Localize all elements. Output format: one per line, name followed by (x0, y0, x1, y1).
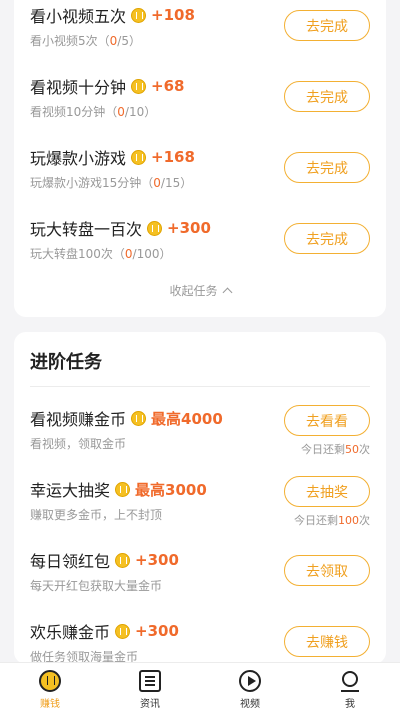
task-reward: +300 (135, 551, 179, 569)
task-reward: +168 (151, 148, 195, 166)
task-item: 玩大转盘一百次 +300 玩大转盘100次（0/100） 去完成 (30, 215, 370, 275)
tab-video[interactable]: 视频 (200, 663, 300, 714)
task-progress: 0 (153, 176, 161, 190)
tab-news[interactable]: 资讯 (100, 663, 200, 714)
task-progress: 0 (124, 247, 133, 261)
remaining-count: 今日还剩100次 (294, 514, 370, 527)
task-reward: 最高4000 (151, 409, 223, 428)
task-item: 欢乐赚金币 +300 做任务领取海量金币 去赚钱 (30, 618, 370, 664)
collapse-label: 收起任务 (169, 284, 218, 298)
video-play-icon (239, 670, 261, 692)
coin-icon (131, 149, 147, 165)
chevron-up-icon (222, 287, 232, 298)
task-name: 看视频十分钟 (30, 78, 127, 97)
task-reward: +300 (135, 622, 179, 640)
task-name: 玩大转盘一百次 (30, 220, 143, 239)
remaining-count: 今日还剩50次 (301, 443, 370, 456)
daily-tasks-card: 看小视频五次 +108 看小视频5次（0/5） 去完成 看视频十分钟 +68 看… (14, 0, 386, 317)
user-icon (339, 670, 361, 692)
section-title: 进阶任务 (30, 352, 102, 373)
tab-label: 视频 (240, 699, 260, 710)
coin-icon (115, 481, 131, 497)
task-reward: +300 (167, 219, 211, 237)
tab-earn[interactable]: 赚钱 (0, 663, 100, 714)
task-name: 看视频赚金币 (30, 410, 127, 429)
task-description: 看视频，领取金币 (30, 437, 127, 451)
task-item: 看小视频五次 +108 看小视频5次（0/5） 去完成 (30, 2, 370, 62)
task-reward: +68 (151, 77, 185, 95)
go-earn-button[interactable]: 去赚钱 (284, 626, 370, 657)
task-item: 幸运大抽奖 最高3000 赚取更多金币，上不封顶 去抽奖 今日还剩100次 (30, 476, 370, 536)
go-complete-button[interactable]: 去完成 (284, 10, 370, 41)
go-complete-button[interactable]: 去完成 (284, 223, 370, 254)
task-description: 看视频10分钟（0/10） (30, 105, 157, 119)
task-name: 看小视频五次 (30, 7, 127, 26)
collapse-tasks-button[interactable]: 收起任务 (14, 282, 386, 299)
coin-icon (115, 623, 131, 639)
coin-icon (147, 220, 163, 236)
task-reward: +108 (151, 6, 195, 24)
task-name: 玩爆款小游戏 (30, 149, 127, 168)
divider (30, 386, 370, 387)
go-watch-button[interactable]: 去看看 (284, 405, 370, 436)
task-item: 玩爆款小游戏 +168 玩爆款小游戏15分钟（0/15） 去完成 (30, 144, 370, 204)
task-name: 每日领红包 (30, 552, 111, 571)
coin-icon (39, 670, 61, 692)
tab-me[interactable]: 我 (300, 663, 400, 714)
tab-label: 赚钱 (40, 699, 60, 710)
tab-label: 资讯 (140, 699, 160, 710)
task-description: 看小视频5次（0/5） (30, 34, 141, 48)
coin-icon (115, 552, 131, 568)
task-description: 赚取更多金币，上不封顶 (30, 508, 163, 522)
coin-icon (131, 410, 147, 426)
task-name: 幸运大抽奖 (30, 481, 111, 500)
task-description: 玩爆款小游戏15分钟（0/15） (30, 176, 193, 190)
advanced-tasks-card: 进阶任务 看视频赚金币 最高4000 看视频，领取金币 去看看 今日还剩50次 … (14, 332, 386, 664)
coin-icon (131, 78, 147, 94)
go-lottery-button[interactable]: 去抽奖 (284, 476, 370, 507)
tab-label: 我 (345, 699, 355, 710)
task-item: 每日领红包 +300 每天开红包获取大量金币 去领取 (30, 547, 370, 607)
task-progress: 0 (117, 105, 125, 119)
task-item: 看视频十分钟 +68 看视频10分钟（0/10） 去完成 (30, 73, 370, 133)
task-item: 看视频赚金币 最高4000 看视频，领取金币 去看看 今日还剩50次 (30, 405, 370, 465)
news-icon (139, 670, 161, 692)
task-description: 玩大转盘100次（0/100） (30, 247, 172, 261)
go-complete-button[interactable]: 去完成 (284, 152, 370, 183)
go-complete-button[interactable]: 去完成 (284, 81, 370, 112)
bottom-tab-bar: 赚钱 资讯 视频 我 (0, 662, 400, 714)
go-claim-button[interactable]: 去领取 (284, 555, 370, 586)
task-description: 每天开红包获取大量金币 (30, 579, 163, 593)
task-reward: 最高3000 (135, 480, 207, 499)
coin-icon (131, 7, 147, 23)
task-name: 欢乐赚金币 (30, 623, 111, 642)
